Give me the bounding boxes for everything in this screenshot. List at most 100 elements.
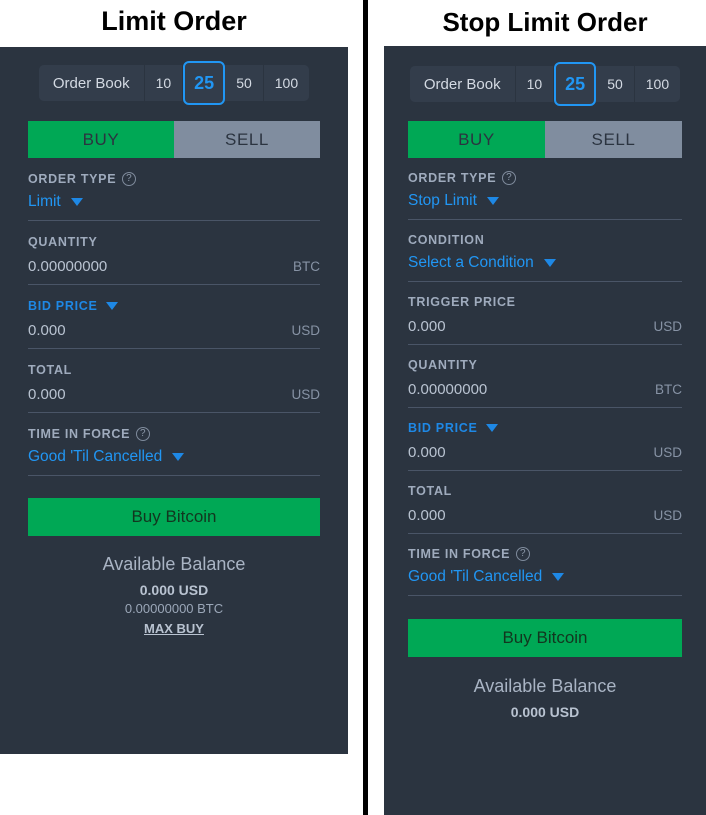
time-in-force-label-row: TIME IN FORCE ?	[28, 427, 320, 441]
total-label-row: TOTAL	[408, 484, 682, 498]
bid-price-unit: USD	[653, 445, 682, 460]
depth-option-10[interactable]: 10	[515, 66, 555, 102]
order-type-select[interactable]: Limit	[28, 193, 320, 211]
total-input[interactable]: 0.000	[408, 507, 446, 524]
bid-price-field: BID PRICE 0.000 USD	[28, 285, 320, 349]
order-type-label: ORDER TYPE	[28, 172, 117, 186]
total-value-row[interactable]: 0.000 USD	[408, 507, 682, 524]
depth-option-25[interactable]: 25	[183, 61, 226, 105]
quantity-value-row[interactable]: 0.00000000 BTC	[408, 381, 682, 398]
available-balance-title: Available Balance	[102, 554, 246, 574]
time-in-force-label: TIME IN FORCE	[408, 547, 511, 561]
total-field: TOTAL 0.000 USD	[408, 471, 682, 534]
chevron-down-icon	[486, 197, 499, 205]
order-book-depth-row: Order Book 10 25 50 100	[408, 46, 682, 106]
depth-option-100[interactable]: 100	[634, 66, 681, 102]
trigger-price-unit: USD	[653, 319, 682, 334]
available-balance-fiat: 0.000 USD	[510, 704, 580, 720]
order-type-value: Limit	[28, 193, 61, 210]
depth-option-50[interactable]: 50	[225, 65, 264, 101]
order-book-label[interactable]: Order Book	[409, 66, 516, 102]
quantity-unit: BTC	[655, 382, 682, 397]
time-in-force-field: TIME IN FORCE ? Good 'Til Cancelled	[408, 534, 682, 596]
trigger-price-field: TRIGGER PRICE 0.000 USD	[408, 282, 682, 345]
panel-divider	[363, 0, 368, 815]
quantity-value-row[interactable]: 0.00000000 BTC	[28, 258, 320, 275]
total-input[interactable]: 0.000	[28, 386, 66, 403]
total-unit: USD	[291, 387, 320, 402]
question-circle-icon[interactable]: ?	[502, 171, 517, 185]
sell-tab[interactable]: SELL	[174, 121, 320, 158]
trigger-price-label-row: TRIGGER PRICE	[408, 295, 682, 309]
available-balance-block: Available Balance 0.000 USD 0.00000000 B…	[28, 554, 320, 638]
available-balance-block: Available Balance 0.000 USD	[408, 676, 682, 720]
available-balance-title: Available Balance	[473, 676, 617, 696]
quantity-label: QUANTITY	[28, 235, 98, 249]
bid-price-input[interactable]: 0.000	[28, 322, 66, 339]
condition-select[interactable]: Select a Condition	[408, 254, 682, 272]
order-book-depth-group[interactable]: Order Book 10 25 50 100	[409, 62, 681, 106]
order-type-select[interactable]: Stop Limit	[408, 192, 682, 210]
time-in-force-value: Good 'Til Cancelled	[408, 568, 543, 585]
available-balance-crypto: 0.00000000 BTC	[124, 601, 224, 616]
bid-price-value-row[interactable]: 0.000 USD	[28, 322, 320, 339]
max-buy-link[interactable]: MAX BUY	[144, 621, 204, 636]
bid-price-value-row[interactable]: 0.000 USD	[408, 444, 682, 461]
order-book-depth-group[interactable]: Order Book 10 25 50 100	[38, 61, 310, 105]
available-balance-fiat: 0.000 USD	[139, 582, 209, 598]
trigger-price-input[interactable]: 0.000	[408, 318, 446, 335]
quantity-label-row: QUANTITY	[28, 235, 320, 249]
question-circle-icon[interactable]: ?	[516, 547, 531, 561]
stop-limit-order-panel: Order Book 10 25 50 100 BUY SELL ORDER T…	[384, 46, 706, 815]
order-type-field: ORDER TYPE ? Stop Limit	[408, 158, 682, 220]
quantity-unit: BTC	[293, 259, 320, 274]
order-type-value: Stop Limit	[408, 192, 477, 209]
total-label: TOTAL	[408, 484, 453, 498]
order-type-field: ORDER TYPE ? Limit	[28, 158, 320, 221]
bid-price-unit: USD	[291, 323, 320, 338]
screenshot-stage: Limit Order Order Book 10 25 50 100 BUY …	[0, 0, 706, 815]
question-circle-icon[interactable]: ?	[136, 427, 151, 441]
chevron-down-icon	[485, 424, 498, 432]
buy-bitcoin-button[interactable]: Buy Bitcoin	[408, 619, 682, 657]
order-type-label-row: ORDER TYPE ?	[408, 171, 682, 185]
depth-option-100[interactable]: 100	[263, 65, 310, 101]
buy-tab[interactable]: BUY	[408, 121, 545, 158]
total-unit: USD	[653, 508, 682, 523]
bid-price-label: BID PRICE	[408, 421, 478, 435]
quantity-input[interactable]: 0.00000000	[28, 258, 107, 275]
condition-field: CONDITION Select a Condition	[408, 220, 682, 282]
bid-price-label-row[interactable]: BID PRICE	[408, 421, 682, 435]
buy-tab[interactable]: BUY	[28, 121, 174, 158]
stop-limit-order-capture: Stop Limit Order Order Book 10 25 50 100…	[384, 0, 706, 815]
bid-price-label-row[interactable]: BID PRICE	[28, 299, 320, 313]
side-toggle-row: BUY SELL	[408, 121, 682, 158]
order-type-label: ORDER TYPE	[408, 171, 497, 185]
depth-option-50[interactable]: 50	[596, 66, 635, 102]
condition-label: CONDITION	[408, 233, 485, 247]
question-circle-icon[interactable]: ?	[122, 172, 137, 186]
sell-tab[interactable]: SELL	[545, 121, 682, 158]
order-book-label[interactable]: Order Book	[38, 65, 145, 101]
quantity-label-row: QUANTITY	[408, 358, 682, 372]
trigger-price-value-row[interactable]: 0.000 USD	[408, 318, 682, 335]
total-value-row[interactable]: 0.000 USD	[28, 386, 320, 403]
limit-order-panel: Order Book 10 25 50 100 BUY SELL ORDER T…	[0, 47, 348, 754]
time-in-force-select[interactable]: Good 'Til Cancelled	[28, 448, 320, 466]
limit-order-capture: Limit Order Order Book 10 25 50 100 BUY …	[0, 0, 348, 754]
time-in-force-label: TIME IN FORCE	[28, 427, 131, 441]
quantity-input[interactable]: 0.00000000	[408, 381, 487, 398]
time-in-force-select[interactable]: Good 'Til Cancelled	[408, 568, 682, 586]
depth-option-10[interactable]: 10	[144, 65, 184, 101]
buy-bitcoin-button[interactable]: Buy Bitcoin	[28, 498, 320, 536]
order-book-depth-row: Order Book 10 25 50 100	[28, 47, 320, 105]
total-label: TOTAL	[28, 363, 73, 377]
chevron-down-icon	[105, 302, 118, 310]
stop-limit-order-title: Stop Limit Order	[442, 7, 648, 37]
depth-option-25[interactable]: 25	[554, 62, 597, 106]
condition-label-row: CONDITION	[408, 233, 682, 247]
bid-price-input[interactable]: 0.000	[408, 444, 446, 461]
limit-order-title: Limit Order	[101, 6, 247, 36]
quantity-field: QUANTITY 0.00000000 BTC	[28, 221, 320, 285]
quantity-field: QUANTITY 0.00000000 BTC	[408, 345, 682, 408]
